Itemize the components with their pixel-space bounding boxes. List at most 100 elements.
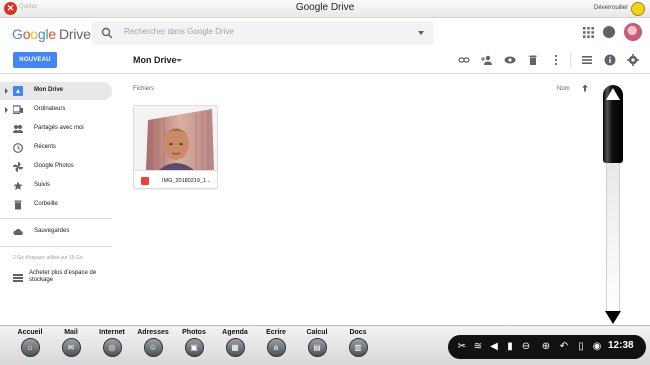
info-icon[interactable] (604, 54, 616, 66)
search-icon[interactable] (101, 27, 113, 39)
calendar-icon: ▦ (225, 338, 245, 357)
sidebar-item-starred[interactable]: Suivis (0, 177, 112, 195)
home-icon: ⌂ (20, 338, 40, 357)
drive-header: Google Drive (0, 18, 650, 48)
contacts-icon: ☺ (143, 338, 163, 357)
unlock-icon[interactable] (631, 2, 645, 16)
more-options-icon[interactable] (550, 54, 562, 66)
dock-app-label: Accueil (17, 329, 43, 336)
drive-toolbar: NOUVEAU Mon Drive (0, 48, 650, 74)
cloud-icon (13, 228, 23, 236)
page-scroller[interactable] (603, 85, 623, 325)
sidebar-item-computers[interactable]: Ordinateurs (0, 101, 112, 119)
search-options-icon[interactable] (418, 31, 424, 35)
new-button[interactable]: NOUVEAU (13, 52, 57, 68)
sidebar-item-label: Ordinateurs (34, 106, 66, 112)
volume-icon[interactable]: ◀ (488, 341, 500, 353)
dock-app-mail[interactable]: Mail ✉ (49, 329, 93, 365)
dock-app-label: Photos (182, 329, 206, 336)
trash-icon (14, 200, 22, 210)
dock-app-accueil[interactable]: Accueil ⌂ (8, 329, 52, 365)
expand-arrow-icon[interactable] (5, 88, 8, 94)
buy-storage-link[interactable]: Acheter plus d'espace de stockage (0, 270, 112, 288)
scroll-down-button[interactable] (605, 311, 621, 324)
sidebar-divider (0, 218, 112, 219)
sidebar-item-label: Mon Drive (34, 87, 64, 93)
sidebar-item-trash[interactable]: Corbeille (0, 196, 112, 214)
file-name: IMG_20180219_1... (162, 178, 211, 184)
sidebar-item-label: Récents (34, 144, 57, 150)
calculator-icon: ▤ (307, 338, 327, 357)
zoom-out-icon[interactable]: ⊖ (520, 341, 532, 353)
dock-app-docs[interactable]: Docs ▥ (336, 329, 380, 365)
sidebar-item-label: Suivis (34, 182, 51, 188)
sidebar-item-label: Partagés avec moi (34, 125, 84, 131)
dock-app-label: Adresses (137, 329, 169, 336)
list-view-icon[interactable] (581, 54, 593, 66)
dock-app-label: Internet (99, 329, 125, 336)
notifications-icon[interactable] (603, 26, 615, 38)
undo-icon[interactable]: ↶ (558, 341, 570, 353)
logo-letter: e (48, 26, 56, 42)
dock-app-agenda[interactable]: Agenda ▦ (213, 329, 257, 365)
sort-direction-icon[interactable] (581, 84, 589, 92)
location-title[interactable]: Mon Drive (133, 55, 177, 65)
storage-quota-text: 2 Go d'espace utilisé sur 15 Go (13, 255, 83, 261)
trash-icon[interactable] (527, 54, 539, 66)
sidebar: Mon Drive Ordinateurs Partagés avec moi … (0, 75, 118, 325)
sidebar-item-my-drive[interactable]: Mon Drive (0, 82, 112, 100)
sidebar-item-label: Sauvegardes (34, 228, 70, 234)
chevron-down-icon[interactable] (176, 59, 182, 62)
dock-app-photos[interactable]: Photos ▣ (172, 329, 216, 365)
wifi-icon[interactable]: ≋ (472, 341, 484, 353)
dock-app-adresses[interactable]: Adresses ☺ (131, 329, 175, 365)
trash-icon[interactable]: ▯ (575, 341, 587, 353)
expand-arrow-icon[interactable] (5, 107, 8, 113)
drive-icon (13, 86, 23, 96)
sidebar-item-backups[interactable]: Sauvegardes (0, 223, 112, 241)
dock-app-internet[interactable]: Internet ◎ (90, 329, 134, 365)
tools-icon[interactable]: ✂ (456, 341, 468, 353)
battery-icon[interactable]: ▮ (504, 341, 516, 353)
preview-eye-icon[interactable] (504, 54, 516, 66)
add-person-icon[interactable] (481, 54, 493, 66)
search-input[interactable] (124, 27, 404, 36)
zoom-in-icon[interactable]: ⊕ (540, 341, 552, 353)
dock-app-label: Agenda (222, 329, 248, 336)
file-thumbnail (134, 106, 217, 170)
photos-icon (13, 162, 23, 172)
unlock-label: Déverrouiller (593, 5, 628, 11)
link-icon[interactable] (458, 54, 470, 66)
star-icon (13, 181, 23, 190)
storage-icon (13, 274, 23, 282)
logo-letter: G (12, 26, 23, 42)
sidebar-item-shared[interactable]: Partagés avec moi (0, 120, 112, 138)
mail-icon: ✉ (61, 338, 81, 357)
scroll-track[interactable] (606, 163, 620, 313)
scroll-up-button[interactable] (603, 85, 623, 163)
dock-app-label: Mail (64, 329, 78, 336)
camera-icon: ▣ (184, 338, 204, 357)
account-avatar[interactable] (624, 23, 642, 41)
sidebar-item-label: Google Photos (34, 163, 74, 169)
sidebar-divider (0, 246, 112, 247)
apps-grid-icon[interactable] (583, 27, 594, 38)
sidebar-item-recent[interactable]: Récents (0, 139, 112, 157)
dock-app-label: Calcul (306, 329, 328, 336)
buy-storage-label: Acheter plus d'espace de stockage (29, 270, 97, 283)
dock-app-calcul[interactable]: Calcul ▤ (295, 329, 339, 365)
dock-app-label: Docs (349, 329, 367, 336)
clock: 12:38 (608, 340, 634, 351)
window-title: Google Drive (295, 2, 355, 13)
globe-icon: ◎ (102, 338, 122, 357)
computers-icon (13, 105, 23, 114)
sort-by-name[interactable]: Nom (557, 86, 570, 92)
file-card[interactable]: IMG_20180219_1... (133, 105, 218, 189)
help-lifebuoy-icon[interactable]: ◉ (591, 341, 603, 353)
photo-thumbnail-image (134, 106, 217, 170)
google-drive-logo[interactable]: Google Drive (12, 26, 91, 42)
dock-app-ecrire[interactable]: Ecrire a (254, 329, 298, 365)
settings-gear-icon[interactable] (627, 54, 639, 66)
search-bar[interactable] (92, 21, 434, 45)
sidebar-item-google-photos[interactable]: Google Photos (0, 158, 112, 176)
